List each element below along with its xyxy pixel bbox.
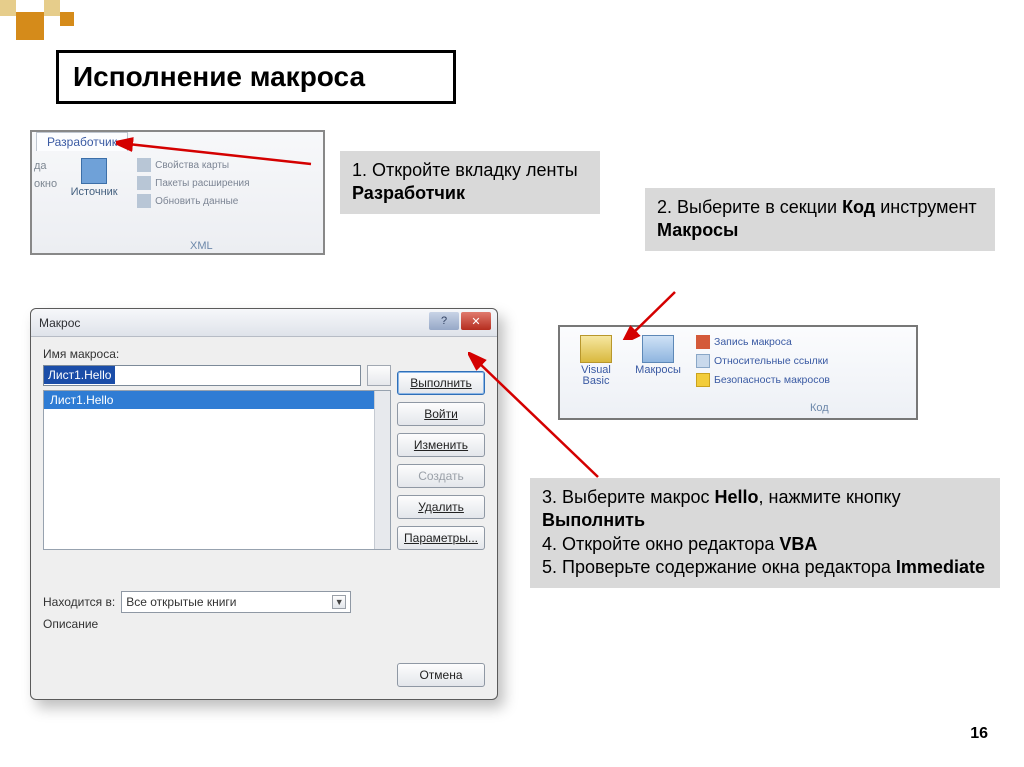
dialog-close-button[interactable]: ✕ <box>461 312 491 330</box>
relative-refs-button[interactable]: Относительные ссылки <box>696 354 830 368</box>
macro-locate-button[interactable] <box>367 365 391 386</box>
callout-bold: Разработчик <box>352 183 465 203</box>
macro-name-input[interactable]: Лист1.Hello <box>43 365 361 386</box>
button-label: Отмена <box>419 668 462 682</box>
dialog-help-button[interactable]: ? <box>429 312 459 330</box>
ribbon-mini-label: Пакеты расширения <box>155 178 249 189</box>
code-group-label: Код <box>810 402 829 414</box>
macro-listbox[interactable]: Лист1.Hello <box>43 390 391 550</box>
button-label: Создать <box>418 469 464 483</box>
relative-refs-icon <box>696 354 710 368</box>
listbox-scrollbar[interactable] <box>374 391 390 549</box>
combo-value: Все открытые книги <box>126 595 236 609</box>
callout-step-1: 1. Откройте вкладку ленты Разработчик <box>340 151 600 214</box>
ribbon-code-group: Visual Basic Макросы Запись макроса Отно… <box>558 325 918 420</box>
callout-bold: Immediate <box>896 557 985 577</box>
page-number: 16 <box>970 725 988 743</box>
button-label: Выполнить <box>410 376 472 390</box>
properties-icon <box>137 158 151 172</box>
delete-button[interactable]: Удалить <box>397 495 485 519</box>
ribbon-xml-mini: Свойства карты Пакеты расширения Обновит… <box>137 158 249 208</box>
location-label: Находится в: <box>43 595 115 609</box>
decorative-squares <box>0 0 200 40</box>
callout-text: 1. Откройте вкладку ленты <box>352 160 578 180</box>
ribbon-group-label: XML <box>190 240 213 252</box>
edit-button[interactable]: Изменить <box>397 433 485 457</box>
callout-step-2: 2. Выберите в секции Код инструмент Макр… <box>645 188 995 251</box>
description-label: Описание <box>43 617 98 631</box>
ribbon-cut-text: окно <box>34 176 57 194</box>
macro-dialog: Макрос ? ✕ Имя макроса: Лист1.Hello Лист… <box>30 308 498 700</box>
cancel-button[interactable]: Отмена <box>397 663 485 687</box>
chevron-down-icon: ▼ <box>332 595 346 609</box>
visual-basic-icon <box>580 335 612 363</box>
macro-name-value: Лист1.Hello <box>44 366 115 384</box>
ribbon-refresh-data[interactable]: Обновить данные <box>137 194 249 208</box>
refresh-icon <box>137 194 151 208</box>
callout-bold: Код <box>842 197 875 217</box>
macro-security-button[interactable]: Безопасность макросов <box>696 373 830 387</box>
ribbon-mini-label: Запись макроса <box>714 336 792 348</box>
step-into-button[interactable]: Войти <box>397 402 485 426</box>
callout-bold: Макросы <box>657 220 738 240</box>
ribbon-mini-label: Безопасность макросов <box>714 374 830 386</box>
callout-text: 3. Выберите макрос <box>542 487 714 507</box>
callout-text: инструмент <box>875 197 976 217</box>
ribbon-cut-text: да <box>34 158 57 176</box>
parameters-button[interactable]: Параметры... <box>397 526 485 550</box>
packs-icon <box>137 176 151 190</box>
dialog-titlebar[interactable]: Макрос ? ✕ <box>31 309 497 337</box>
help-icon: ? <box>441 315 447 327</box>
callout-text: , нажмите кнопку <box>759 487 901 507</box>
ribbon-map-properties[interactable]: Свойства карты <box>137 158 249 172</box>
run-button[interactable]: Выполнить <box>397 371 485 395</box>
callout-bold: Hello <box>714 487 758 507</box>
callout-text: 2. Выберите в секции <box>657 197 842 217</box>
macro-name-label: Имя макроса: <box>43 347 485 361</box>
xml-source-icon <box>81 158 107 184</box>
macro-list-item[interactable]: Лист1.Hello <box>44 391 390 409</box>
callout-text: 5. Проверьте содержание окна редактора <box>542 557 896 577</box>
button-label: Параметры... <box>404 531 478 545</box>
security-icon <box>696 373 710 387</box>
ribbon-button-label: Visual Basic <box>568 365 624 387</box>
macros-button[interactable]: Макросы <box>630 335 686 376</box>
slide-title: Исполнение макроса <box>73 61 439 93</box>
button-label: Изменить <box>414 438 468 452</box>
ribbon-mini-label: Свойства карты <box>155 160 229 171</box>
record-icon <box>696 335 710 349</box>
slide-title-box: Исполнение макроса <box>56 50 456 104</box>
ribbon-mini-label: Относительные ссылки <box>714 355 828 367</box>
ribbon-button-label: Макросы <box>635 365 681 376</box>
ribbon-expansion-packs[interactable]: Пакеты расширения <box>137 176 249 190</box>
ribbon-xml-row: да окно Источник Свойства карты Пакеты р… <box>34 158 250 208</box>
ribbon-mini-label: Обновить данные <box>155 196 238 207</box>
ribbon-source-label: Источник <box>71 186 118 198</box>
close-icon: ✕ <box>471 315 480 328</box>
callout-bold: VBA <box>779 534 817 554</box>
ribbon-tab-developer[interactable]: Разработчик <box>36 132 128 151</box>
button-label: Войти <box>424 407 458 421</box>
ribbon-source-button[interactable]: Источник <box>65 158 123 198</box>
location-combobox[interactable]: Все открытые книги ▼ <box>121 591 351 613</box>
callout-bold: Выполнить <box>542 510 645 530</box>
macros-icon <box>642 335 674 363</box>
dialog-title: Макрос <box>39 316 80 330</box>
callout-text: 4. Откройте окно редактора <box>542 534 779 554</box>
button-label: Удалить <box>418 500 464 514</box>
create-button: Создать <box>397 464 485 488</box>
record-macro-button[interactable]: Запись макроса <box>696 335 830 349</box>
visual-basic-button[interactable]: Visual Basic <box>568 335 624 387</box>
callout-steps-3-5: 3. Выберите макрос Hello, нажмите кнопку… <box>530 478 1000 588</box>
